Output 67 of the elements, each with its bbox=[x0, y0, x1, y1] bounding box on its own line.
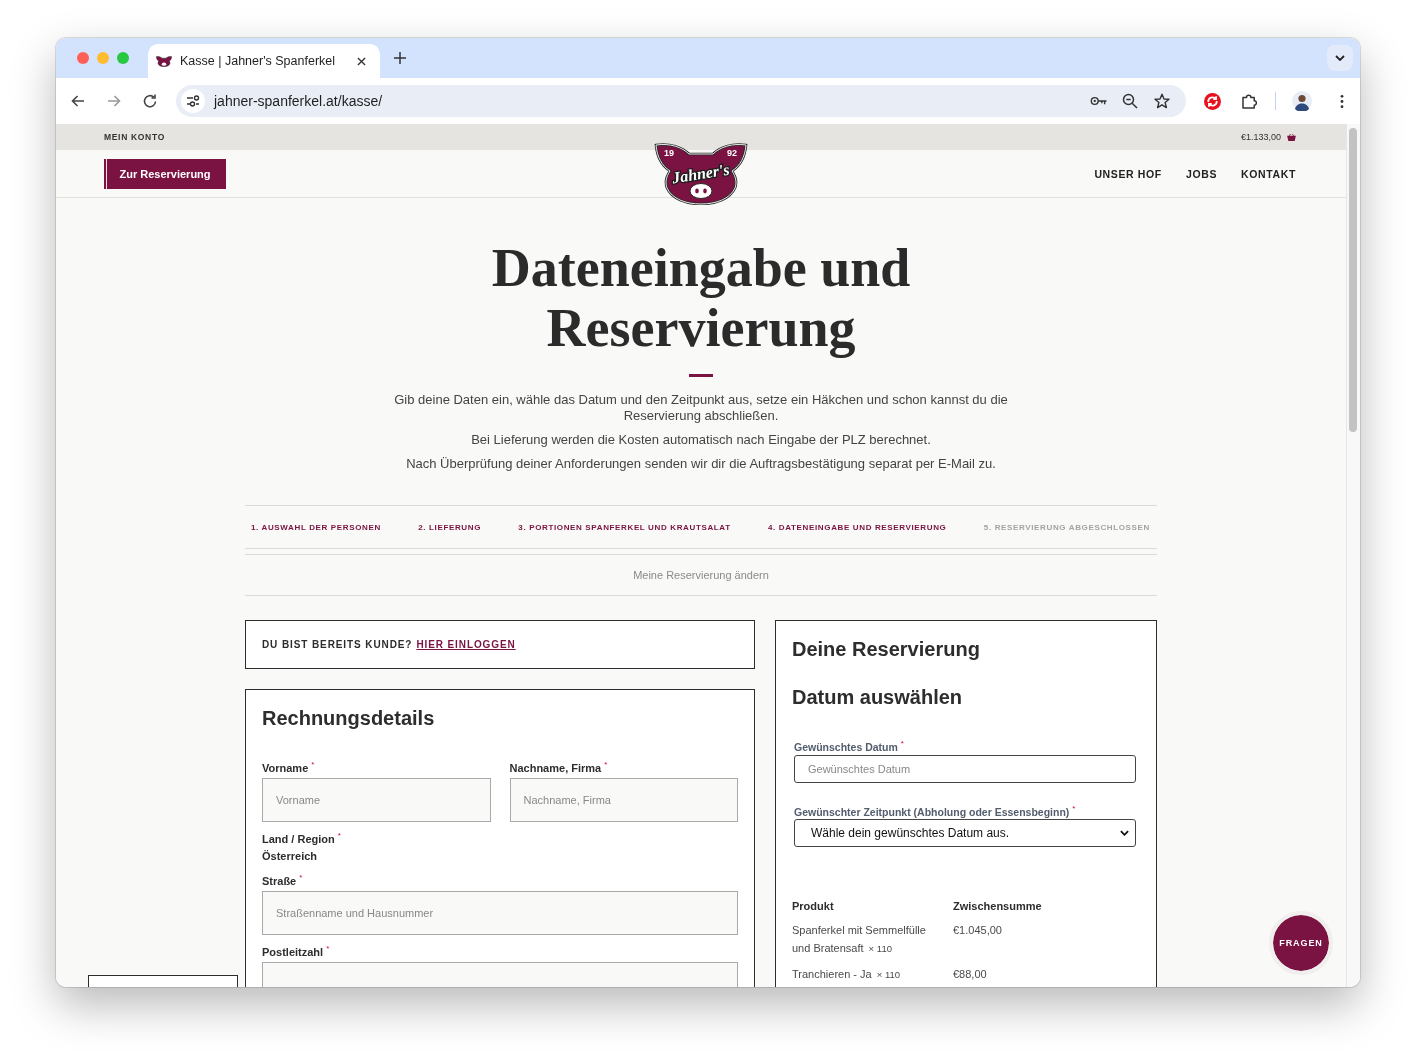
nav-link[interactable]: UNSER HOF bbox=[1094, 167, 1162, 180]
reload-icon[interactable] bbox=[142, 93, 158, 109]
intro-paragraph: Nach Überprüfung deiner Anforderungen senden wir dir die Auftragsbestätigung separat per E-Mail zu. bbox=[405, 456, 997, 472]
input-field[interactable]: Gewünschtes Datum bbox=[794, 754, 1136, 783]
field-label: Land / Region $^{*}$ bbox=[262, 829, 342, 847]
tab-list-button[interactable] bbox=[1327, 45, 1353, 71]
chevron-down-icon bbox=[1335, 55, 1345, 61]
close-tab-icon[interactable] bbox=[357, 56, 366, 66]
zoom-out-icon[interactable] bbox=[1122, 93, 1138, 109]
logo-year-text: 19 bbox=[664, 148, 674, 158]
chevron-down-icon bbox=[1120, 830, 1129, 836]
input-field[interactable]: Nachname, Firma bbox=[509, 777, 738, 822]
account-link[interactable]: MEIN KONTO bbox=[104, 132, 165, 142]
checkout-step: 5. RESERVIERUNG ABGESCHLOSSEN bbox=[983, 522, 1150, 532]
profile-avatar-icon[interactable] bbox=[1292, 91, 1312, 111]
table-cell-text: €1.045,00 bbox=[953, 923, 1003, 938]
cart-link[interactable]: €1.133,00 bbox=[1240, 132, 1296, 142]
reservation-button[interactable]: Zur Reservierung bbox=[104, 158, 226, 189]
input-field[interactable]: Straßenname und Hausnummer bbox=[262, 890, 738, 935]
field-label: Gewünschter Zeitpunkt (Abholung oder Essensbeginn) $^{*}$ bbox=[794, 802, 1077, 818]
browser-tab[interactable]: Kasse | Jahner's Spanferkel bbox=[148, 44, 380, 78]
intro-paragraph: Gib deine Daten ein, wähle das Datum und den Zeitpunkt aus, setze ein Häkchen und schon kannst du die Reservierung abschließen. bbox=[393, 392, 1009, 424]
help-button[interactable]: FRAGEN bbox=[1269, 911, 1333, 975]
nav-link[interactable]: KONTAKT bbox=[1241, 167, 1296, 180]
field-label: Gewünschtes Datum $^{*}$ bbox=[794, 738, 905, 754]
address-bar[interactable]: jahner-spanferkel.at/kasse/ bbox=[176, 85, 1186, 117]
section-heading: Rechnungsdetails bbox=[262, 706, 436, 730]
checkout-step[interactable]: 1. AUSWAHL DER PERSONEN bbox=[251, 522, 381, 532]
logo-year-text: 92 bbox=[727, 148, 737, 158]
pig-icon bbox=[156, 55, 172, 67]
table-cell-text: Tranchieren - Ja × 110 bbox=[792, 967, 902, 982]
section-heading: Datum auswählen bbox=[792, 685, 964, 709]
key-icon[interactable] bbox=[1090, 96, 1107, 106]
field-label: Straße $^{*}$ bbox=[262, 872, 304, 889]
sync-extension-icon[interactable] bbox=[1204, 92, 1221, 110]
column-header: Zwischensumme bbox=[953, 899, 1043, 914]
scrollbar-thumb[interactable] bbox=[1349, 128, 1357, 432]
nav-link[interactable]: JOBS bbox=[1185, 167, 1218, 180]
field-label: Nachname, Firma $^{*}$ bbox=[509, 759, 609, 776]
select-field[interactable]: Wähle dein gewünschtes Datum aus. bbox=[794, 819, 1136, 847]
country-value: Österreich bbox=[262, 849, 319, 865]
checkout-step[interactable]: 3. PORTIONEN SPANFERKEL UND KRAUTSALAT bbox=[518, 522, 731, 532]
section-heading: Deine Reservierung bbox=[792, 637, 981, 661]
field-label: Postleitzahl $^{*}$ bbox=[262, 942, 331, 960]
input-field[interactable]: Vorname bbox=[262, 777, 491, 822]
input-field[interactable] bbox=[262, 961, 738, 987]
page-title: Dateneingabe und Reservierung bbox=[490, 238, 912, 358]
column-header: Produkt bbox=[792, 899, 835, 914]
table-cell-text: Spanferkel mit Semmelfülle und Bratensaft × 110 bbox=[792, 923, 927, 956]
site-settings-icon[interactable] bbox=[181, 89, 205, 113]
forward-icon[interactable] bbox=[106, 93, 122, 109]
basket-icon bbox=[1287, 133, 1296, 141]
puzzle-icon[interactable] bbox=[1241, 93, 1257, 109]
menu-icon[interactable] bbox=[1340, 93, 1344, 109]
logo-wordmark: Jahner's bbox=[670, 160, 731, 187]
logo[interactable]: 19 92 Jahner's bbox=[652, 141, 750, 205]
accent-bar bbox=[689, 374, 713, 377]
login-prompt: DU BIST BEREITS KUNDE? bbox=[262, 639, 413, 650]
table-cell-text: €88,00 bbox=[953, 967, 988, 982]
star-icon[interactable] bbox=[1154, 93, 1170, 109]
new-tab-icon[interactable] bbox=[394, 52, 406, 64]
back-icon[interactable] bbox=[70, 93, 86, 109]
intro-paragraph: Bei Lieferung werden die Kosten automatisch nach Eingabe der PLZ berechnet. bbox=[470, 432, 932, 448]
checkout-step[interactable]: 2. LIEFERUNG bbox=[418, 522, 481, 532]
login-link[interactable]: HIER EINLOGGEN bbox=[416, 639, 516, 650]
field-label: Vorname $^{*}$ bbox=[262, 759, 316, 776]
checkout-step[interactable]: 4. DATENEINGABE UND RESERVIERUNG bbox=[768, 522, 947, 532]
